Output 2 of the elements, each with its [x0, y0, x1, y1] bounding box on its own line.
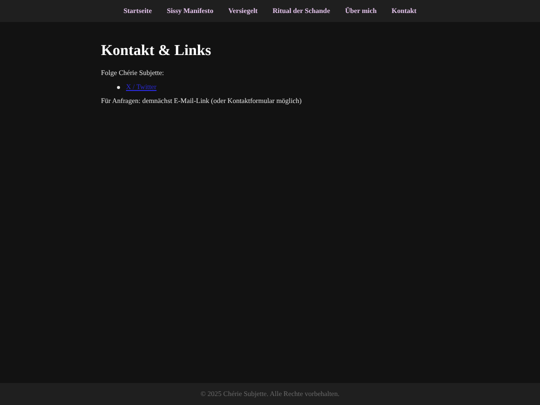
page-heading: Kontakt & Links — [101, 43, 212, 60]
bullet-icon — [117, 86, 120, 88]
